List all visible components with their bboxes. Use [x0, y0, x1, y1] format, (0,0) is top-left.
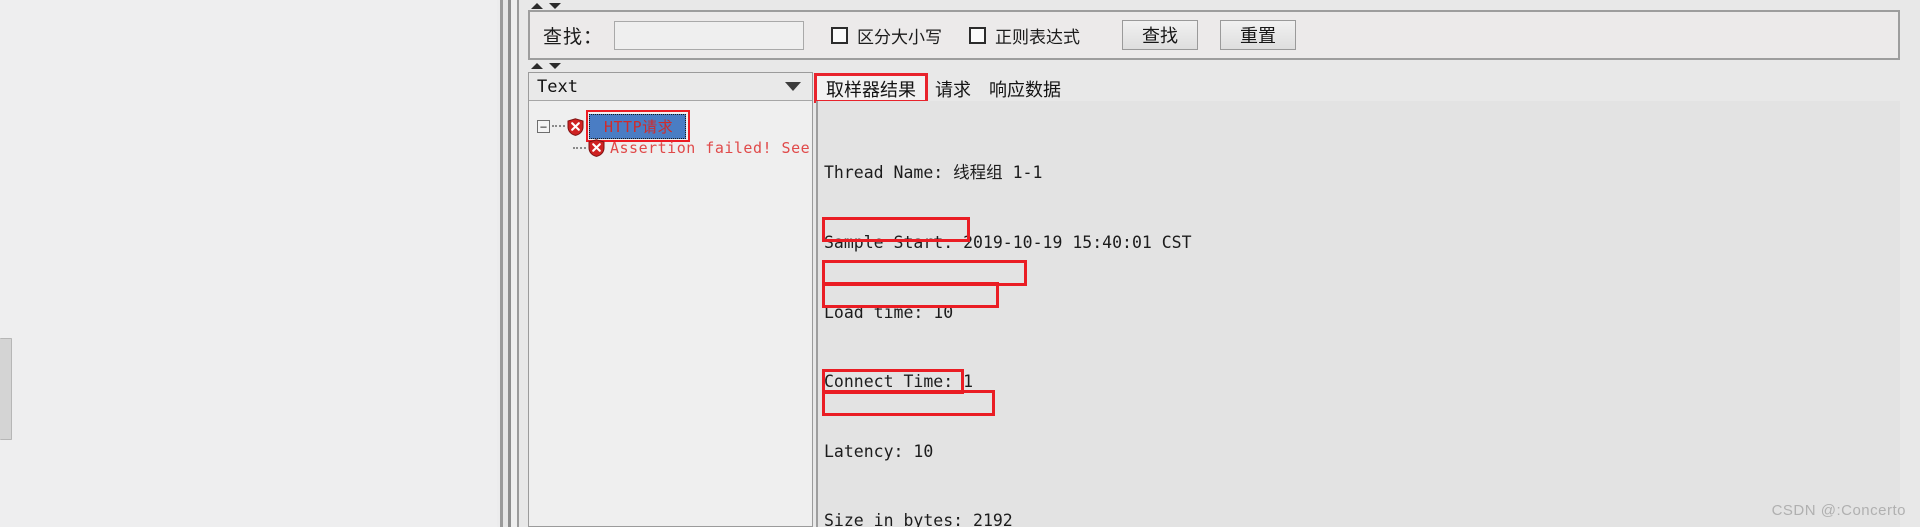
tab-response-data[interactable]: 响应数据 — [980, 75, 1070, 102]
render-format-select[interactable]: Text — [529, 73, 812, 101]
sampler-detail-panel: 取样器结果 请求 响应数据 Thread Name: 线程组 1-1 Sampl… — [814, 72, 1900, 527]
reset-button[interactable]: 重置 — [1220, 20, 1297, 50]
render-format-value: Text — [537, 76, 578, 97]
splitter-collapse-top[interactable] — [531, 1, 571, 10]
chevron-down-icon-select[interactable] — [785, 82, 801, 91]
result-tree-panel: Text − HTTP请求 Assertion failed! See l — [528, 72, 829, 527]
tree-node-root[interactable]: HTTP请求 — [586, 110, 691, 142]
find-toolbar: 查找： 区分大小写 正则表达式 查找 重置 — [528, 10, 1900, 60]
tree-connector-line-2 — [573, 146, 586, 150]
result-line: Size in bytes: 2192 — [824, 511, 1013, 527]
regex-label: 正则表达式 — [995, 27, 1081, 48]
tree-connector-line — [552, 125, 565, 128]
splitter-collapse-bottom[interactable] — [531, 61, 571, 70]
sampler-result-body: Thread Name: 线程组 1-1 Sample Start: 2019-… — [816, 101, 1900, 527]
result-line: Sample Start: 2019-10-19 15:40:01 CST — [824, 233, 1192, 252]
results-window: 查找： 区分大小写 正则表达式 查找 重置 Text − HTTP请求 Asse… — [519, 0, 1920, 527]
detail-tabstrip: 取样器结果 请求 响应数据 — [814, 72, 1900, 103]
regex-checkbox[interactable] — [969, 26, 987, 44]
tab-sampler-result[interactable]: 取样器结果 — [814, 73, 928, 103]
tree-node-root-label: HTTP请求 — [604, 118, 674, 136]
watermark: CSDN @:Concerto — [1771, 502, 1906, 519]
lower-split-area: Text − HTTP请求 Assertion failed! See l 取样… — [528, 72, 1900, 527]
case-sensitive-checkbox[interactable] — [831, 26, 849, 44]
left-scrollbar-thumb[interactable] — [0, 338, 12, 440]
screenshot-root: 查找： 区分大小写 正则表达式 查找 重置 Text − HTTP请求 Asse… — [0, 0, 1920, 527]
tree-node-assertion-label: Assertion failed! See l — [610, 139, 830, 157]
regex-checkbox-group[interactable]: 正则表达式 — [969, 23, 1080, 48]
error-shield-icon — [567, 117, 584, 136]
result-line: Load time: 10 — [824, 302, 954, 322]
chevron-up-icon[interactable] — [531, 2, 543, 9]
result-line: Connect Time: 1 — [824, 372, 974, 392]
left-scrollbar-track[interactable] — [0, 0, 12, 527]
tree-row[interactable]: Assertion failed! See l — [571, 139, 829, 157]
result-line: Thread Name: 线程组 1-1 — [824, 163, 1043, 183]
case-sensitive-checkbox-group[interactable]: 区分大小写 — [831, 23, 942, 48]
find-button[interactable]: 查找 — [1122, 20, 1199, 50]
tab-request[interactable]: 请求 — [926, 75, 980, 102]
case-sensitive-label: 区分大小写 — [857, 27, 943, 48]
left-empty-pane — [0, 0, 497, 527]
chevron-up-icon-2[interactable] — [531, 62, 543, 69]
find-label: 查找： — [543, 25, 604, 48]
sampler-result-text: Thread Name: 线程组 1-1 Sample Start: 2019-… — [824, 115, 1900, 527]
chevron-down-icon[interactable] — [549, 2, 561, 9]
find-input[interactable] — [614, 20, 805, 50]
chevron-down-icon-2[interactable] — [549, 62, 561, 69]
tree-row[interactable]: − HTTP请求 — [537, 110, 691, 142]
result-line: Latency: 10 — [824, 441, 934, 461]
error-shield-icon-2 — [588, 139, 605, 157]
tree-expander-icon[interactable]: − — [537, 120, 550, 133]
result-tree: − HTTP请求 Assertion failed! See l — [529, 101, 829, 526]
